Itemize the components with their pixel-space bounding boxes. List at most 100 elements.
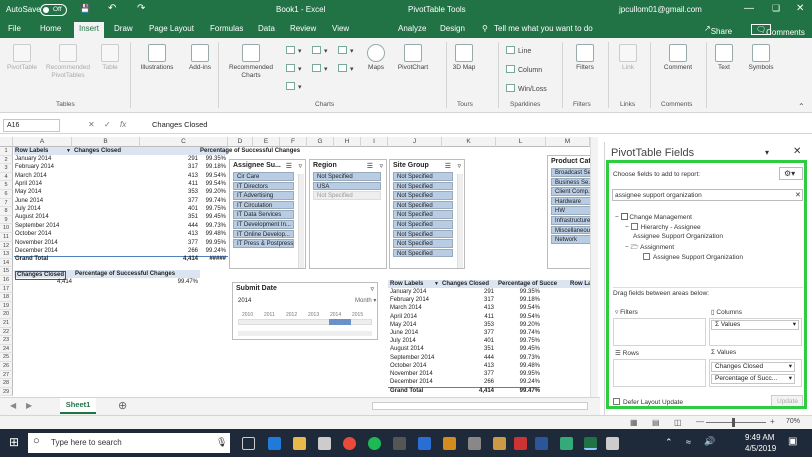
next-sheet-icon[interactable]: ▶ xyxy=(26,401,32,410)
col-header[interactable]: C xyxy=(140,137,228,147)
taskbar-search[interactable]: ○ Type here to search 🎙 xyxy=(28,433,230,453)
tab-analyze[interactable]: Analyze xyxy=(398,24,426,33)
row-header[interactable]: 13 xyxy=(0,250,13,259)
prev-sheet-icon[interactable]: ◀ xyxy=(10,401,16,410)
tray-up-icon[interactable]: ⌃ xyxy=(665,437,673,448)
pivot3-row-label[interactable]: May 2014 xyxy=(390,322,416,329)
pivot3-value[interactable]: 353 xyxy=(442,322,494,329)
zoom-slider[interactable] xyxy=(706,422,766,423)
select-all[interactable] xyxy=(0,137,13,147)
pivot3-value[interactable]: 266 xyxy=(442,379,494,386)
tab-draw[interactable]: Draw xyxy=(114,24,133,33)
pivot1-row-label[interactable]: March 2014 xyxy=(15,173,47,180)
pivot1-row-label[interactable]: August 2014 xyxy=(15,214,49,221)
link-button[interactable]: Link xyxy=(614,44,642,72)
column-chart-icon[interactable]: ▾ xyxy=(286,46,302,55)
spotify-icon[interactable] xyxy=(368,437,381,450)
worksheet-grid[interactable]: A B C D E F G H I J K L M 1 2 3 4 5 6 7 8 9 10 11 1… xyxy=(0,137,600,397)
timeline-year[interactable]: 2015 xyxy=(352,312,363,319)
slicer-item[interactable]: Not Specified xyxy=(313,172,381,181)
pivot3-row-label[interactable]: March 2014 xyxy=(390,305,422,312)
zoom-out-icon[interactable]: — xyxy=(696,417,704,426)
pivot3-header[interactable]: Changes Closed xyxy=(442,281,489,288)
pivot1-header[interactable]: Percentage of Successful Changes xyxy=(200,148,300,155)
pivot1-percent[interactable]: 99.18% xyxy=(198,164,226,171)
pivot1-percent[interactable]: 99.24% xyxy=(198,248,226,255)
restore-icon[interactable]: ❏ xyxy=(772,3,780,14)
slicer-item[interactable]: Network xyxy=(551,235,593,244)
slicer-item[interactable]: Infrastructure xyxy=(551,215,593,225)
filters-button[interactable]: Filters xyxy=(570,44,600,72)
pivot1-value[interactable]: 291 xyxy=(140,156,198,163)
slicer-item[interactable]: Not Specified xyxy=(393,229,453,239)
row-header[interactable]: 14 xyxy=(0,258,13,268)
row-header[interactable]: 29 xyxy=(0,387,13,397)
pivot1-percent[interactable]: 99.20% xyxy=(198,189,226,196)
row-header[interactable]: 6 xyxy=(0,190,13,199)
combo-chart-icon[interactable]: ▾ xyxy=(338,46,354,55)
app-icon[interactable] xyxy=(606,437,619,450)
pivot3-value[interactable]: 444 xyxy=(442,355,494,362)
pivot1-percent[interactable]: 99.35% xyxy=(198,156,226,163)
col-header[interactable]: H xyxy=(334,137,361,147)
enter-icon[interactable]: ✓ xyxy=(104,120,111,129)
recommended-pivottables-button[interactable]: Recommended PivotTables xyxy=(42,44,94,80)
explorer-icon[interactable] xyxy=(293,437,306,450)
maps-button[interactable]: Maps xyxy=(364,44,388,72)
row-header[interactable]: 21 xyxy=(0,319,13,328)
pivot3-value[interactable]: 401 xyxy=(442,338,494,345)
pivot3-total[interactable]: 4,414 xyxy=(442,388,494,395)
slicer-item[interactable]: Not Specified xyxy=(393,219,453,229)
tab-data[interactable]: Data xyxy=(258,24,275,33)
pivot1-percent[interactable]: 99.54% xyxy=(198,173,226,180)
autosave-toggle[interactable]: Off xyxy=(40,4,67,16)
pivot3-total[interactable]: Grand Total xyxy=(390,388,423,395)
pivot3-value[interactable]: 317 xyxy=(442,297,494,304)
pivot1-row-label[interactable]: May 2014 xyxy=(15,189,41,196)
row-header[interactable]: 28 xyxy=(0,379,13,388)
row-header[interactable]: 20 xyxy=(0,310,13,319)
slicer-item[interactable]: Not Specified xyxy=(393,172,453,181)
pivot3-percent[interactable]: 99.74% xyxy=(496,330,540,337)
field-search-input[interactable]: assignee support organization ✕ xyxy=(612,189,803,201)
undo-icon[interactable]: ↶ xyxy=(108,3,116,14)
row-header[interactable]: 11 xyxy=(0,233,13,242)
clear-filter-icon[interactable]: ▿ xyxy=(370,285,374,293)
pivot3-row-label[interactable]: September 2014 xyxy=(390,355,434,362)
tab-design[interactable]: Design xyxy=(440,24,465,33)
tree-table[interactable]: − Change Management xyxy=(615,213,692,221)
update-button[interactable]: Update xyxy=(771,395,803,408)
pivot1-value[interactable]: 411 xyxy=(140,181,198,188)
close-icon[interactable]: ✕ xyxy=(796,3,804,14)
pivot3-value[interactable]: 413 xyxy=(442,305,494,312)
pivottable-button[interactable]: PivotTable xyxy=(6,44,38,72)
pivot3-percent[interactable]: 99.18% xyxy=(496,297,540,304)
timeline-scrollbar[interactable] xyxy=(238,331,372,336)
slicer-item[interactable]: Client Comp... xyxy=(551,187,593,196)
slicer-item[interactable]: Not Specified xyxy=(393,191,453,200)
pivotchart-button[interactable]: PivotChart xyxy=(394,44,432,72)
col-header[interactable]: L xyxy=(496,137,546,147)
slicer-item[interactable]: USA xyxy=(313,181,381,191)
comment-button[interactable]: Comment xyxy=(658,44,698,72)
row-header[interactable]: 26 xyxy=(0,362,13,371)
filter-dropdown-icon[interactable]: ▼ xyxy=(434,281,439,288)
timeline-year[interactable]: 2013 xyxy=(308,312,319,319)
name-box[interactable]: A16 xyxy=(3,119,60,132)
row-header[interactable]: 2 xyxy=(0,155,13,165)
pivot3-percent[interactable]: 99.24% xyxy=(496,379,540,386)
timeline-track[interactable] xyxy=(238,319,372,325)
pivot1-percent[interactable]: 99.73% xyxy=(198,223,226,230)
timeline-year[interactable]: 2011 xyxy=(264,312,275,319)
pivot1-value[interactable]: 413 xyxy=(140,173,198,180)
pivot3-row-label[interactable]: July 2014 xyxy=(390,338,416,345)
pivot1-percent[interactable]: 99.54% xyxy=(198,181,226,188)
pivot1-row-label[interactable]: November 2014 xyxy=(15,240,58,247)
pivot3-value[interactable]: 291 xyxy=(442,289,494,296)
redo-icon[interactable]: ↷ xyxy=(137,3,145,14)
pane-close-icon[interactable]: ✕ xyxy=(793,146,801,157)
zoom-level[interactable]: 70% xyxy=(786,418,800,425)
pivot3-value[interactable]: 413 xyxy=(442,363,494,370)
pivot1-row-label[interactable]: December 2014 xyxy=(15,248,58,255)
slicer-item[interactable]: Business Se... xyxy=(551,177,593,187)
